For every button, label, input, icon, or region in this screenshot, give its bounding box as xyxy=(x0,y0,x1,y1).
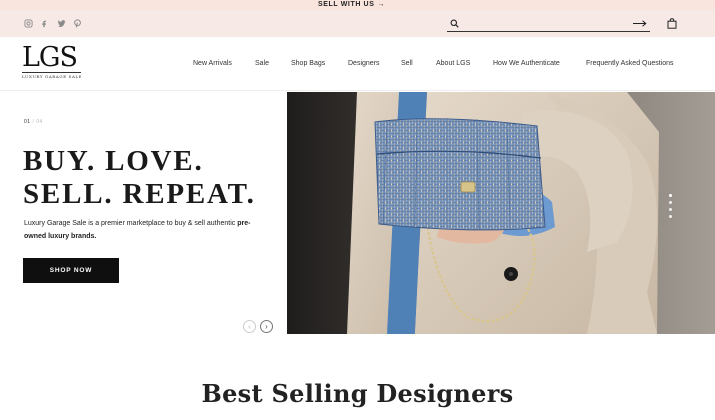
site-logo[interactable]: LGS LUXURY GARAGE SALE xyxy=(22,43,86,83)
site-header: LGS LUXURY GARAGE SALE New Arrivals Sale… xyxy=(0,37,715,91)
nav-shop-bags[interactable]: Shop Bags xyxy=(291,59,325,69)
arrow-right-icon: → xyxy=(377,1,386,8)
slider-prev-button[interactable]: ‹ xyxy=(243,320,256,333)
nav-sale[interactable]: Sale xyxy=(255,59,269,69)
slide-total: / 04 xyxy=(32,119,43,125)
instagram-icon[interactable] xyxy=(23,18,33,29)
hero-headline: BUY. LOVE. SELL. REPEAT. xyxy=(23,145,283,211)
slider-dot-3[interactable] xyxy=(669,208,672,211)
shop-now-button[interactable]: SHOP NOW xyxy=(23,258,119,283)
hero-headline-line1: BUY. LOVE. xyxy=(23,145,204,177)
slide-counter: 01 / 04 xyxy=(24,119,43,125)
search-bar xyxy=(447,16,650,32)
hero-image xyxy=(287,92,715,334)
nav-about-lgs[interactable]: About LGS xyxy=(436,59,470,69)
logo-mark: LGS xyxy=(22,42,78,73)
search-icon xyxy=(450,19,459,28)
slider-dot-1[interactable] xyxy=(669,194,672,197)
best-selling-designers-title: Best Selling Designers xyxy=(201,379,514,408)
hero-text-panel xyxy=(0,92,287,334)
nav-sell[interactable]: Sell xyxy=(401,59,413,69)
nav-how-we-authenticate[interactable]: How We Authenticate xyxy=(493,59,560,69)
pinterest-icon[interactable] xyxy=(73,18,82,29)
long-arrow-right-icon[interactable] xyxy=(633,19,647,28)
search-input[interactable] xyxy=(463,17,623,30)
logo-subtitle: LUXURY GARAGE SALE xyxy=(22,72,81,79)
slider-dot-2[interactable] xyxy=(669,201,672,204)
hero-intro-text: Luxury Garage Sale is a premier marketpl… xyxy=(24,220,238,227)
nav-new-arrivals[interactable]: New Arrivals xyxy=(193,59,232,69)
facebook-icon[interactable] xyxy=(40,18,48,29)
chevron-right-icon: › xyxy=(265,321,268,331)
nav-designers[interactable]: Designers xyxy=(348,59,380,69)
nav-faq[interactable]: Frequently Asked Questions xyxy=(586,59,674,69)
twitter-icon[interactable] xyxy=(56,18,67,29)
utility-bar xyxy=(0,10,715,37)
chevron-left-icon: ‹ xyxy=(248,321,251,331)
slider-dot-4[interactable] xyxy=(669,215,672,218)
slider-dots xyxy=(669,194,673,220)
sell-with-us-label: SELL WITH US xyxy=(318,1,375,8)
hero-intro: Luxury Garage Sale is a premier marketpl… xyxy=(24,217,259,243)
shopping-bag-icon[interactable] xyxy=(667,18,677,29)
hero-headline-line2: SELL. REPEAT. xyxy=(23,178,256,210)
slider-next-button[interactable]: › xyxy=(260,320,273,333)
slide-current: 01 xyxy=(24,119,31,125)
promo-bar: SELL WITH US → xyxy=(0,0,715,10)
sell-with-us-link[interactable]: SELL WITH US → xyxy=(318,0,385,10)
